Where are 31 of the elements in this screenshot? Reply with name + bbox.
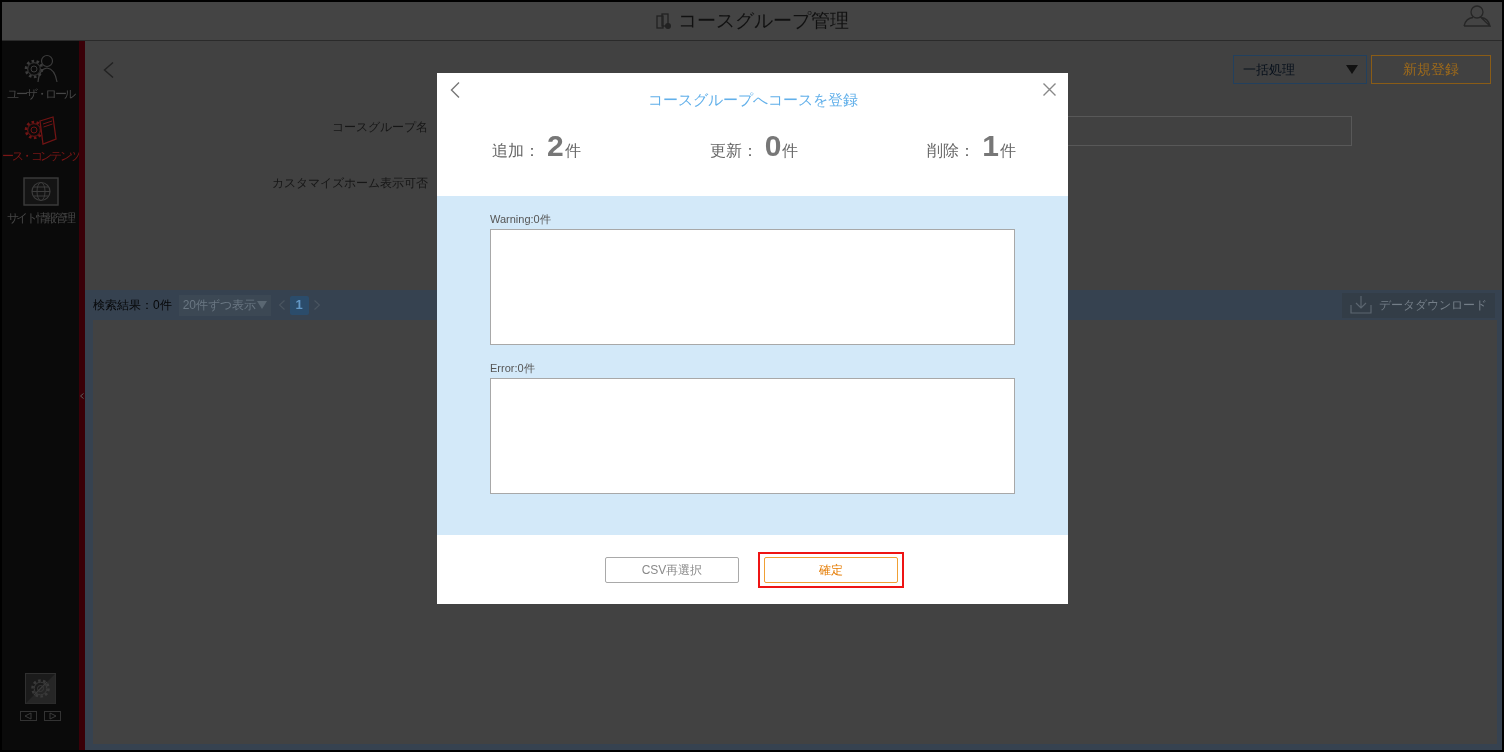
close-icon[interactable]	[1043, 83, 1056, 96]
log-label: Warning:0件	[490, 212, 551, 226]
collapse-handle-icon[interactable]	[80, 392, 84, 399]
text-field[interactable]	[1068, 116, 1352, 146]
user-icon[interactable]	[1463, 5, 1491, 27]
books-icon	[655, 12, 672, 30]
log-field[interactable]	[490, 378, 1015, 494]
sidebar-item[interactable]: ース・コンテンツ	[2, 115, 79, 163]
dropdown-triangle-icon	[1346, 65, 1358, 74]
dialog-title: コースグループへコースを登録	[647, 90, 859, 109]
page-button[interactable]: 1	[289, 295, 309, 315]
log-label: Error:0件	[490, 361, 535, 375]
stat-count: 0件	[764, 130, 799, 164]
reselect-button[interactable]: CSV再選択	[605, 557, 739, 583]
globe-monitor-icon	[22, 177, 59, 207]
gear-book-icon	[22, 115, 59, 145]
stat-label: 更新：	[709, 141, 758, 161]
back-icon[interactable]	[103, 61, 114, 78]
settings-icon[interactable]	[25, 673, 56, 704]
gear-person-icon	[22, 53, 59, 83]
stat-label: 削除：	[927, 141, 976, 161]
confirm-button[interactable]: 確定	[764, 557, 898, 583]
result-count: 検索結果：0件	[93, 297, 172, 314]
stat-count: 2件	[547, 130, 581, 164]
dropdown-triangle-icon	[256, 301, 267, 309]
back-icon[interactable]	[450, 82, 460, 98]
download-icon	[1350, 296, 1372, 314]
stat-label: 追加：	[492, 141, 540, 161]
stat-count: 1件	[982, 130, 1016, 164]
log-field[interactable]	[490, 229, 1015, 345]
new-register-button[interactable]: 新規登録	[1371, 55, 1491, 84]
